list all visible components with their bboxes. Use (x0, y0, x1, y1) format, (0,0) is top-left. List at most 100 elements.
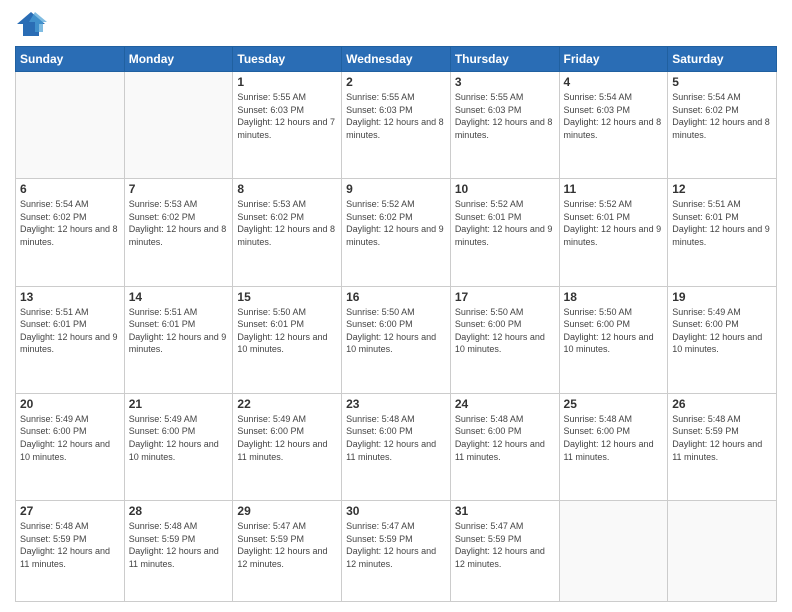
weekday-header-friday: Friday (559, 47, 668, 72)
calendar-cell: 9 Sunrise: 5:52 AM Sunset: 6:02 PM Daylig… (342, 179, 451, 286)
calendar-cell: 30 Sunrise: 5:47 AM Sunset: 5:59 PM Dayli… (342, 501, 451, 602)
page: SundayMondayTuesdayWednesdayThursdayFrid… (0, 0, 792, 612)
day-number: 19 (672, 290, 772, 304)
logo-icon (15, 10, 47, 38)
day-info: Sunrise: 5:47 AM Sunset: 5:59 PM Dayligh… (346, 520, 446, 570)
calendar-cell: 17Sunrise: 5:50 AM Sunset: 6:00 PM Dayli… (450, 286, 559, 393)
weekday-header-tuesday: Tuesday (233, 47, 342, 72)
calendar-cell: 28 Sunrise: 5:48 AM Sunset: 5:59 PM Dayli… (124, 501, 233, 602)
day-info: Sunrise: 5:52 AM Sunset: 6:02 PM Dayligh… (346, 198, 446, 248)
day-info: Sunrise: 5:50 AM Sunset: 6:00 PM Dayligh… (346, 306, 446, 356)
day-number: 30 (346, 504, 446, 518)
day-info: Sunrise: 5:49 AM Sunset: 6:00 PM Dayligh… (129, 413, 229, 463)
weekday-header-row: SundayMondayTuesdayWednesdayThursdayFrid… (16, 47, 777, 72)
calendar-cell: 10 Sunrise: 5:52 AM Sunset: 6:01 PM Dayli… (450, 179, 559, 286)
day-number: 12 (672, 182, 772, 196)
day-info: Sunrise: 5:51 AM Sunset: 6:01 PM Dayligh… (672, 198, 772, 248)
day-number: 20 (20, 397, 120, 411)
weekday-header-sunday: Sunday (16, 47, 125, 72)
calendar-cell: 14 Sunrise: 5:51 AM Sunset: 6:01 PM Dayli… (124, 286, 233, 393)
day-number: 14 (129, 290, 229, 304)
weekday-header-saturday: Saturday (668, 47, 777, 72)
day-number: 8 (237, 182, 337, 196)
calendar-cell: 5Sunrise: 5:54 AM Sunset: 6:02 PM Daylig… (668, 72, 777, 179)
day-number: 21 (129, 397, 229, 411)
week-row-1: 1 Sunrise: 5:55 AM Sunset: 6:03 PM Daylig… (16, 72, 777, 179)
week-row-5: 27Sunrise: 5:48 AM Sunset: 5:59 PM Dayli… (16, 501, 777, 602)
day-number: 2 (346, 75, 446, 89)
day-info: Sunrise: 5:53 AM Sunset: 6:02 PM Dayligh… (237, 198, 337, 248)
calendar-cell: 24 Sunrise: 5:48 AM Sunset: 6:00 PM Dayli… (450, 393, 559, 500)
weekday-header-wednesday: Wednesday (342, 47, 451, 72)
calendar-cell: 18 Sunrise: 5:50 AM Sunset: 6:00 PM Dayli… (559, 286, 668, 393)
calendar-cell: 20 Sunrise: 5:49 AM Sunset: 6:00 PM Dayli… (16, 393, 125, 500)
calendar-cell: 11 Sunrise: 5:52 AM Sunset: 6:01 PM Dayli… (559, 179, 668, 286)
day-info: Sunrise: 5:50 AM Sunset: 6:00 PM Dayligh… (455, 306, 555, 356)
day-info: Sunrise: 5:47 AM Sunset: 5:59 PM Dayligh… (455, 520, 555, 570)
day-number: 10 (455, 182, 555, 196)
day-info: Sunrise: 5:48 AM Sunset: 5:59 PM Dayligh… (129, 520, 229, 570)
day-number: 3 (455, 75, 555, 89)
day-number: 29 (237, 504, 337, 518)
day-info: Sunrise: 5:48 AM Sunset: 6:00 PM Dayligh… (564, 413, 664, 463)
calendar-cell: 19 Sunrise: 5:49 AM Sunset: 6:00 PM Dayli… (668, 286, 777, 393)
day-info: Sunrise: 5:54 AM Sunset: 6:02 PM Dayligh… (20, 198, 120, 248)
calendar-table: SundayMondayTuesdayWednesdayThursdayFrid… (15, 46, 777, 602)
calendar-cell: 23 Sunrise: 5:48 AM Sunset: 6:00 PM Dayli… (342, 393, 451, 500)
day-info: Sunrise: 5:55 AM Sunset: 6:03 PM Dayligh… (237, 91, 337, 141)
day-info: Sunrise: 5:53 AM Sunset: 6:02 PM Dayligh… (129, 198, 229, 248)
day-info: Sunrise: 5:52 AM Sunset: 6:01 PM Dayligh… (455, 198, 555, 248)
calendar-cell (559, 501, 668, 602)
day-number: 11 (564, 182, 664, 196)
calendar-cell: 6 Sunrise: 5:54 AM Sunset: 6:02 PM Daylig… (16, 179, 125, 286)
day-number: 18 (564, 290, 664, 304)
day-info: Sunrise: 5:48 AM Sunset: 5:59 PM Dayligh… (672, 413, 772, 463)
day-info: Sunrise: 5:48 AM Sunset: 6:00 PM Dayligh… (455, 413, 555, 463)
week-row-2: 6 Sunrise: 5:54 AM Sunset: 6:02 PM Daylig… (16, 179, 777, 286)
calendar-cell: 31Sunrise: 5:47 AM Sunset: 5:59 PM Dayli… (450, 501, 559, 602)
day-number: 28 (129, 504, 229, 518)
day-number: 25 (564, 397, 664, 411)
logo (15, 10, 51, 38)
calendar-cell: 3 Sunrise: 5:55 AM Sunset: 6:03 PM Daylig… (450, 72, 559, 179)
day-number: 4 (564, 75, 664, 89)
calendar-cell (668, 501, 777, 602)
calendar-cell: 2Sunrise: 5:55 AM Sunset: 6:03 PM Daylig… (342, 72, 451, 179)
day-number: 15 (237, 290, 337, 304)
calendar-cell: 15 Sunrise: 5:50 AM Sunset: 6:01 PM Dayli… (233, 286, 342, 393)
day-info: Sunrise: 5:48 AM Sunset: 6:00 PM Dayligh… (346, 413, 446, 463)
day-number: 23 (346, 397, 446, 411)
day-info: Sunrise: 5:47 AM Sunset: 5:59 PM Dayligh… (237, 520, 337, 570)
calendar-cell: 8 Sunrise: 5:53 AM Sunset: 6:02 PM Daylig… (233, 179, 342, 286)
day-number: 22 (237, 397, 337, 411)
week-row-4: 20 Sunrise: 5:49 AM Sunset: 6:00 PM Dayli… (16, 393, 777, 500)
day-number: 1 (237, 75, 337, 89)
day-number: 9 (346, 182, 446, 196)
day-info: Sunrise: 5:51 AM Sunset: 6:01 PM Dayligh… (129, 306, 229, 356)
header (15, 10, 777, 38)
calendar-cell: 13Sunrise: 5:51 AM Sunset: 6:01 PM Dayli… (16, 286, 125, 393)
calendar-cell: 16Sunrise: 5:50 AM Sunset: 6:00 PM Dayli… (342, 286, 451, 393)
day-info: Sunrise: 5:52 AM Sunset: 6:01 PM Dayligh… (564, 198, 664, 248)
day-info: Sunrise: 5:50 AM Sunset: 6:00 PM Dayligh… (564, 306, 664, 356)
calendar-cell: 4 Sunrise: 5:54 AM Sunset: 6:03 PM Daylig… (559, 72, 668, 179)
day-number: 6 (20, 182, 120, 196)
day-number: 13 (20, 290, 120, 304)
calendar-cell: 22 Sunrise: 5:49 AM Sunset: 6:00 PM Dayli… (233, 393, 342, 500)
day-info: Sunrise: 5:54 AM Sunset: 6:02 PM Dayligh… (672, 91, 772, 141)
day-number: 7 (129, 182, 229, 196)
day-info: Sunrise: 5:54 AM Sunset: 6:03 PM Dayligh… (564, 91, 664, 141)
calendar-cell: 26Sunrise: 5:48 AM Sunset: 5:59 PM Dayli… (668, 393, 777, 500)
day-info: Sunrise: 5:49 AM Sunset: 6:00 PM Dayligh… (237, 413, 337, 463)
calendar-cell: 25 Sunrise: 5:48 AM Sunset: 6:00 PM Dayli… (559, 393, 668, 500)
calendar-cell: 21 Sunrise: 5:49 AM Sunset: 6:00 PM Dayli… (124, 393, 233, 500)
calendar-cell: 12 Sunrise: 5:51 AM Sunset: 6:01 PM Dayli… (668, 179, 777, 286)
calendar-cell (16, 72, 125, 179)
day-number: 24 (455, 397, 555, 411)
day-info: Sunrise: 5:55 AM Sunset: 6:03 PM Dayligh… (455, 91, 555, 141)
day-info: Sunrise: 5:50 AM Sunset: 6:01 PM Dayligh… (237, 306, 337, 356)
day-info: Sunrise: 5:48 AM Sunset: 5:59 PM Dayligh… (20, 520, 120, 570)
day-info: Sunrise: 5:49 AM Sunset: 6:00 PM Dayligh… (672, 306, 772, 356)
day-info: Sunrise: 5:49 AM Sunset: 6:00 PM Dayligh… (20, 413, 120, 463)
calendar-cell: 7 Sunrise: 5:53 AM Sunset: 6:02 PM Daylig… (124, 179, 233, 286)
